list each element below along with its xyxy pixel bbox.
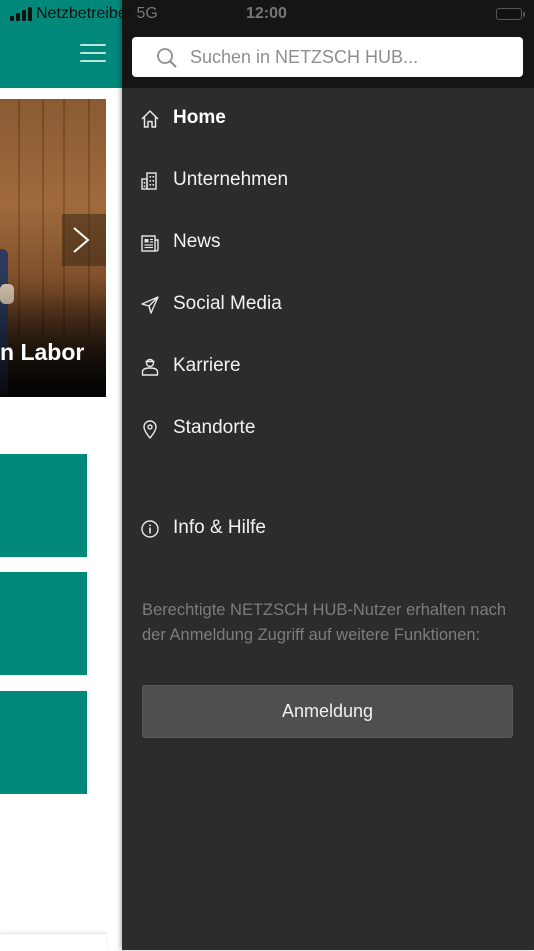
menu-hamburger-icon[interactable] [80, 44, 106, 64]
menu-item-standorte[interactable]: Standorte [122, 406, 534, 452]
signal-strength-icon [10, 7, 32, 21]
menu-item-label: Social Media [173, 293, 282, 314]
search-input[interactable] [190, 37, 510, 77]
location-pin-icon [143, 420, 157, 439]
teal-tile-3[interactable] [0, 691, 87, 794]
chevron-right-icon [73, 227, 90, 253]
bottom-card [0, 933, 106, 951]
building-icon [141, 172, 157, 190]
login-hint-text: Berechtigte NETZSCH HUB-Nutzer erhalten … [142, 601, 507, 644]
teal-tile-1[interactable] [0, 454, 87, 557]
carrier-label: Netzbetreiber 5G [36, 5, 158, 22]
menu-item-label: Karriere [173, 355, 241, 376]
login-button[interactable]: Anmeldung [142, 685, 513, 738]
navigation-drawer: Home Unternehmen News Social M [122, 0, 534, 950]
status-bar: Netzbetreiber 5G 12:00 [0, 0, 534, 28]
menu-item-label: Info & Hilfe [173, 517, 266, 538]
menu-item-unternehmen[interactable]: Unternehmen [122, 158, 534, 204]
home-icon [141, 110, 159, 128]
menu-item-info-hilfe[interactable]: Info & Hilfe [122, 506, 534, 552]
search-icon [157, 48, 177, 68]
menu-item-label: Unternehmen [173, 169, 289, 190]
menu-item-social-media[interactable]: Social Media [122, 282, 534, 328]
battery-icon [496, 8, 525, 20]
menu-item-home[interactable]: Home [122, 96, 534, 142]
person-icon [141, 358, 159, 376]
teal-tile-2[interactable] [0, 572, 87, 675]
menu-item-karriere[interactable]: Karriere [122, 344, 534, 390]
hero-caption: n Labor [0, 339, 85, 365]
menu-item-label: Home [173, 107, 226, 128]
menu-item-label: Standorte [173, 417, 256, 438]
menu-item-news[interactable]: News [122, 220, 534, 266]
status-time: 12:00 [246, 5, 287, 22]
paper-plane-icon [141, 296, 159, 314]
info-icon [141, 520, 159, 538]
newspaper-icon [141, 235, 159, 252]
hero-carousel[interactable]: n Labor [0, 99, 106, 397]
carousel-next-button[interactable] [62, 214, 106, 266]
search-bar[interactable] [132, 37, 523, 77]
menu-item-label: News [173, 231, 221, 252]
